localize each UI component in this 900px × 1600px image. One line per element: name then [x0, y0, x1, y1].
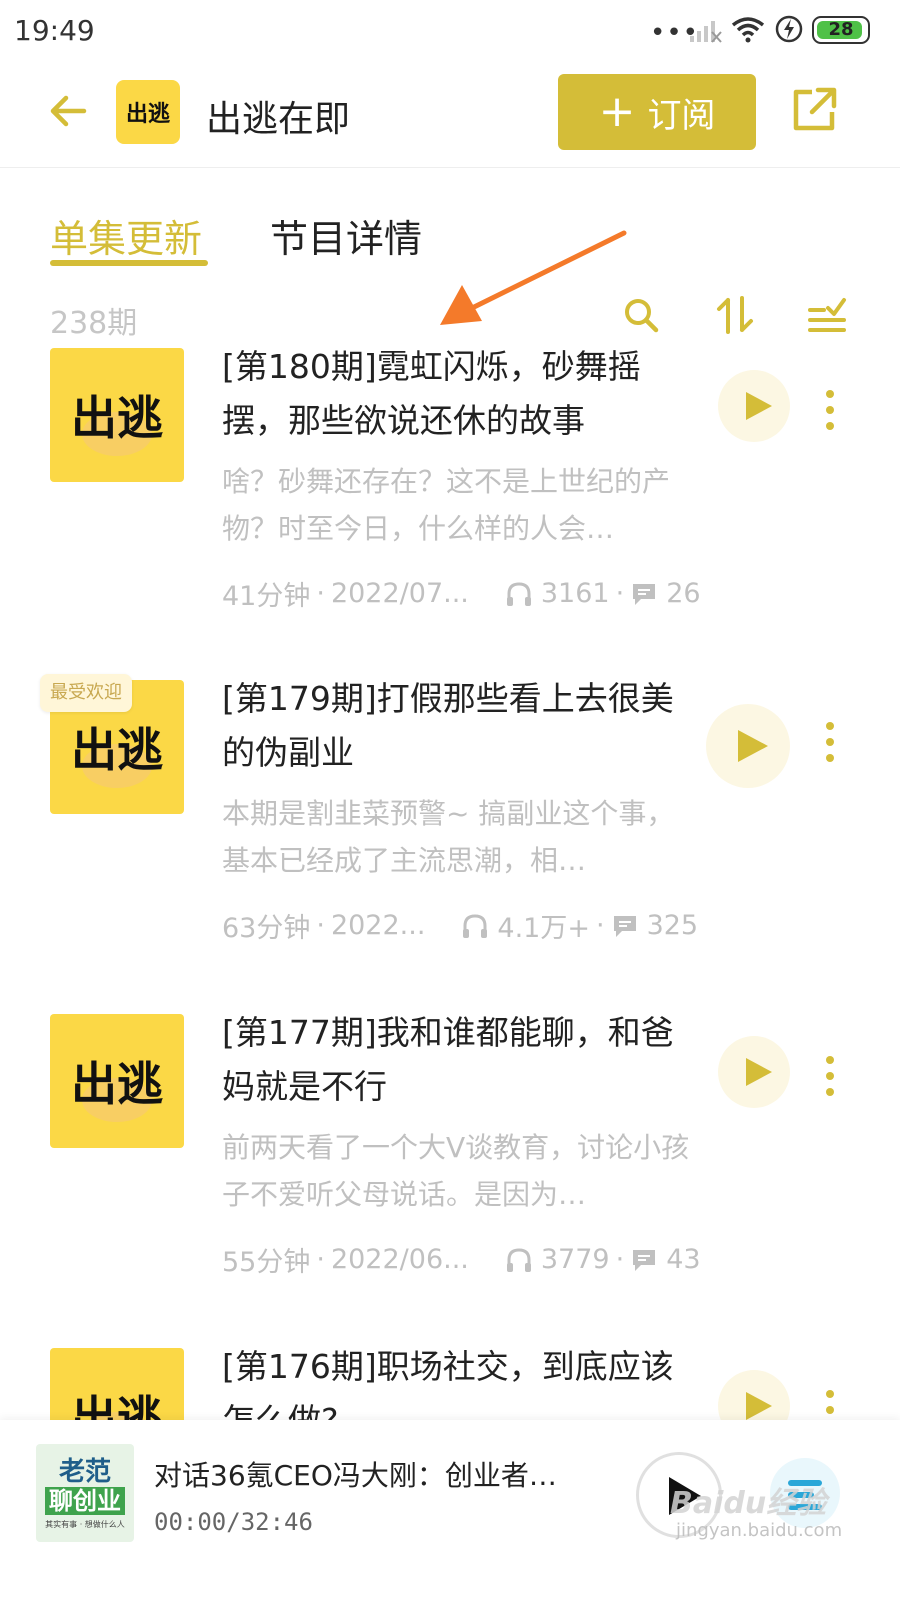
episode-cover-text: 出逃: [71, 723, 163, 777]
episode-duration: 41分钟: [222, 581, 311, 612]
watermark-url: jingyan.baidu.com: [676, 1520, 843, 1541]
episode-cover-text: 出逃: [71, 391, 163, 445]
headphones-icon: [463, 913, 488, 938]
episode-date: 2022/07...: [330, 578, 469, 609]
episode-title[interactable]: [第180期]霓虹闪烁，砂舞摇摆，那些欲说还休的故事: [222, 340, 682, 448]
episode-plays: 3161: [540, 578, 610, 609]
episode-cover-text: 出逃: [71, 1057, 163, 1111]
episode-comments: 43: [666, 1244, 701, 1275]
episode-item[interactable]: 出逃 [第180期]霓虹闪烁，砂舞摇摆，那些欲说还休的故事 啥？砂舞还存在？这不…: [0, 347, 900, 682]
plus-icon: +: [598, 86, 636, 137]
episode-cover: 出逃: [50, 1348, 184, 1420]
popular-badge: 最受欢迎: [40, 674, 132, 712]
play-icon: [746, 1392, 772, 1420]
episode-title[interactable]: [第177期]我和谁都能聊，和爸妈就是不行: [222, 1006, 682, 1114]
episode-cover: 出逃: [50, 348, 184, 482]
episode-cover-text: 出逃: [71, 1391, 163, 1420]
back-arrow-icon[interactable]: [44, 86, 94, 136]
player-cover-line1: 老范: [58, 1456, 111, 1487]
more-options-button[interactable]: [818, 388, 842, 432]
podcast-logo-text: 出逃: [125, 101, 170, 127]
top-bar: 出逃 出逃在即 + 订阅: [0, 62, 900, 168]
episode-duration: 63分钟: [222, 913, 311, 944]
tab-episodes[interactable]: 单集更新: [50, 208, 202, 263]
player-time: 00:00/32:46: [154, 1508, 313, 1536]
sort-icon[interactable]: [714, 294, 756, 336]
episode-description: 本期是割韭菜预警~ 搞副业这个事，基本已经成了主流思潮，相…: [222, 797, 675, 877]
play-icon: [746, 392, 772, 420]
charging-icon: [775, 15, 803, 43]
mini-player[interactable]: 老范 聊创业 其实有事 · 想做什么人 对话36氪CEO冯大刚：创业者… 00:…: [0, 1420, 900, 1600]
status-time: 19:49: [14, 14, 95, 47]
meta-separator: ·: [316, 910, 325, 941]
player-cover-line3: 其实有事 · 想做什么人: [45, 1519, 125, 1529]
subscribe-label: 订阅: [647, 95, 716, 136]
meta-separator: ·: [595, 910, 605, 941]
share-icon[interactable]: [790, 84, 840, 134]
battery-indicator: 28: [812, 16, 870, 44]
comment-icon: [633, 1249, 656, 1271]
tab-active-indicator: [50, 260, 208, 266]
episode-item[interactable]: 出逃 [第176期]职场社交，到底应该怎么做?: [0, 1348, 900, 1420]
episode-comments: 325: [646, 910, 699, 941]
play-button[interactable]: [718, 1370, 790, 1420]
episode-date: 2022/06...: [330, 1244, 469, 1275]
tab-details[interactable]: 节目详情: [270, 208, 422, 263]
headphones-icon: [506, 581, 531, 606]
meta-separator: ·: [615, 578, 625, 609]
comment-icon: [633, 583, 656, 605]
episode-date: 2022...: [330, 910, 426, 941]
headphones-icon: [506, 1247, 531, 1272]
player-cover-line2: 聊创业: [45, 1486, 125, 1515]
subscribe-button[interactable]: + 订阅: [558, 74, 756, 150]
play-icon: [746, 1058, 772, 1086]
meta-separator: ·: [615, 1244, 625, 1275]
more-options-button[interactable]: [818, 1388, 842, 1420]
play-button[interactable]: [718, 1036, 790, 1108]
player-cover: 老范 聊创业 其实有事 · 想做什么人: [36, 1444, 134, 1542]
episode-comments: 26: [666, 578, 701, 609]
more-options-button[interactable]: [818, 720, 842, 764]
episode-duration: 55分钟: [222, 1247, 311, 1278]
episode-meta: 63分钟 · 2022... 4.1万+ · 325: [222, 906, 702, 945]
annotation-arrow: [440, 230, 627, 325]
episode-count: 238期: [50, 306, 138, 341]
signal-icon: [690, 21, 722, 43]
status-bar: 19:49 ••• 28: [0, 0, 900, 62]
filter-icon[interactable]: [806, 294, 848, 336]
episode-item[interactable]: 出逃 [第177期]我和谁都能聊，和爸妈就是不行 前两天看了一个大V谈教育，讨论…: [0, 1013, 900, 1348]
episode-cover: 出逃: [50, 1014, 184, 1148]
episode-description: 啥？砂舞还存在？这不是上世纪的产物？时至今日，什么样的人会…: [222, 465, 671, 545]
wifi-icon: [731, 17, 765, 43]
play-icon: [738, 730, 768, 762]
episode-item[interactable]: 出逃 最受欢迎 [第179期]打假那些看上去很美的伪副业 本期是割韭菜预警~ 搞…: [0, 674, 900, 1014]
episode-meta: 41分钟 · 2022/07... 3161 · 26: [222, 574, 702, 613]
episode-title[interactable]: [第179期]打假那些看上去很美的伪副业: [222, 672, 682, 780]
comment-icon: [613, 915, 636, 937]
play-button[interactable]: [718, 370, 790, 442]
episode-plays: 4.1万+: [497, 913, 590, 944]
meta-separator: ·: [316, 578, 325, 609]
player-track-title[interactable]: 对话36氪CEO冯大刚：创业者…: [154, 1454, 594, 1494]
episode-description: 前两天看了一个大V谈教育，讨论小孩子不爱听父母说话。是因为…: [222, 1131, 690, 1211]
play-button[interactable]: [706, 704, 790, 788]
episode-title[interactable]: [第176期]职场社交，到底应该怎么做?: [222, 1348, 682, 1420]
battery-level: 28: [828, 19, 854, 40]
podcast-logo[interactable]: 出逃: [116, 80, 180, 144]
watermark: Baidu经验: [670, 1486, 827, 1521]
page-title: 出逃在即: [206, 99, 351, 140]
episode-plays: 3779: [540, 1244, 610, 1275]
meta-separator: ·: [316, 1244, 325, 1275]
episode-meta: 55分钟 · 2022/06... 3779 · 43: [222, 1240, 702, 1279]
more-options-button[interactable]: [818, 1054, 842, 1098]
